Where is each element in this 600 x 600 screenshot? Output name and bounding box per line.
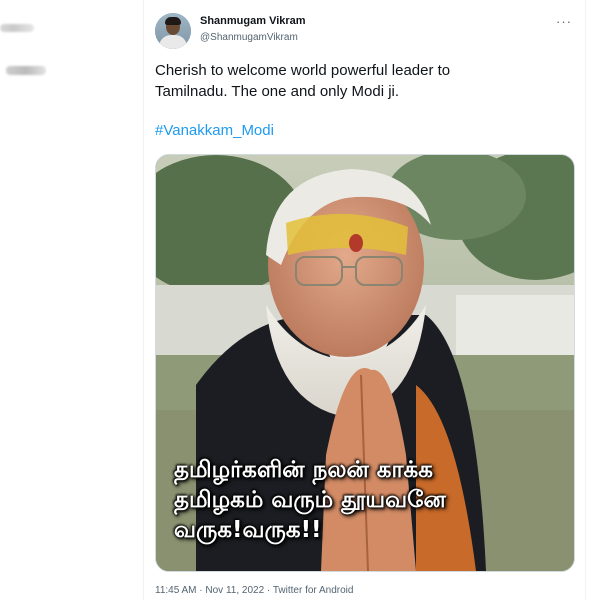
column-divider [585, 0, 586, 600]
left-sidebar [0, 0, 143, 600]
caption-line: வருக!வருக!! [174, 517, 322, 543]
tweet: Shanmugam Vikram @ShanmugamVikram ··· Ch… [144, 0, 585, 600]
blurred-sidebar-item [6, 66, 46, 75]
tweet-text-line: Cherish to welcome world powerful leader… [155, 62, 451, 79]
more-dots-icon[interactable]: ··· [556, 15, 572, 28]
tweet-image[interactable]: தமிழர்களின் நலன் காக்க தமிழகம் வரும் தூய… [155, 154, 575, 572]
tweet-timestamp[interactable]: 11:45 AM · Nov 11, 2022 · Twitter for An… [155, 585, 353, 596]
timestamp-link[interactable]: 11:45 AM · Nov 11, 2022 · Twitter for An… [155, 585, 353, 596]
image-caption: தமிழர்களின் நலன் காக்க தமிழகம் வரும் தூய… [174, 455, 564, 545]
author-handle[interactable]: @ShanmugamVikram [200, 32, 298, 43]
tweet-text-line: Tamilnadu. The one and only Modi ji. [155, 83, 400, 100]
avatar[interactable] [155, 13, 191, 49]
tweet-text: Cherish to welcome world powerful leader… [155, 60, 575, 102]
author-name[interactable]: Shanmugam Vikram [200, 15, 306, 27]
caption-line: தமிழகம் வரும் தூயவனே [174, 487, 446, 513]
blurred-sidebar-item [0, 24, 34, 32]
caption-line: தமிழர்களின் நலன் காக்க [174, 457, 433, 483]
hashtag-link[interactable]: #Vanakkam_Modi [155, 122, 274, 139]
